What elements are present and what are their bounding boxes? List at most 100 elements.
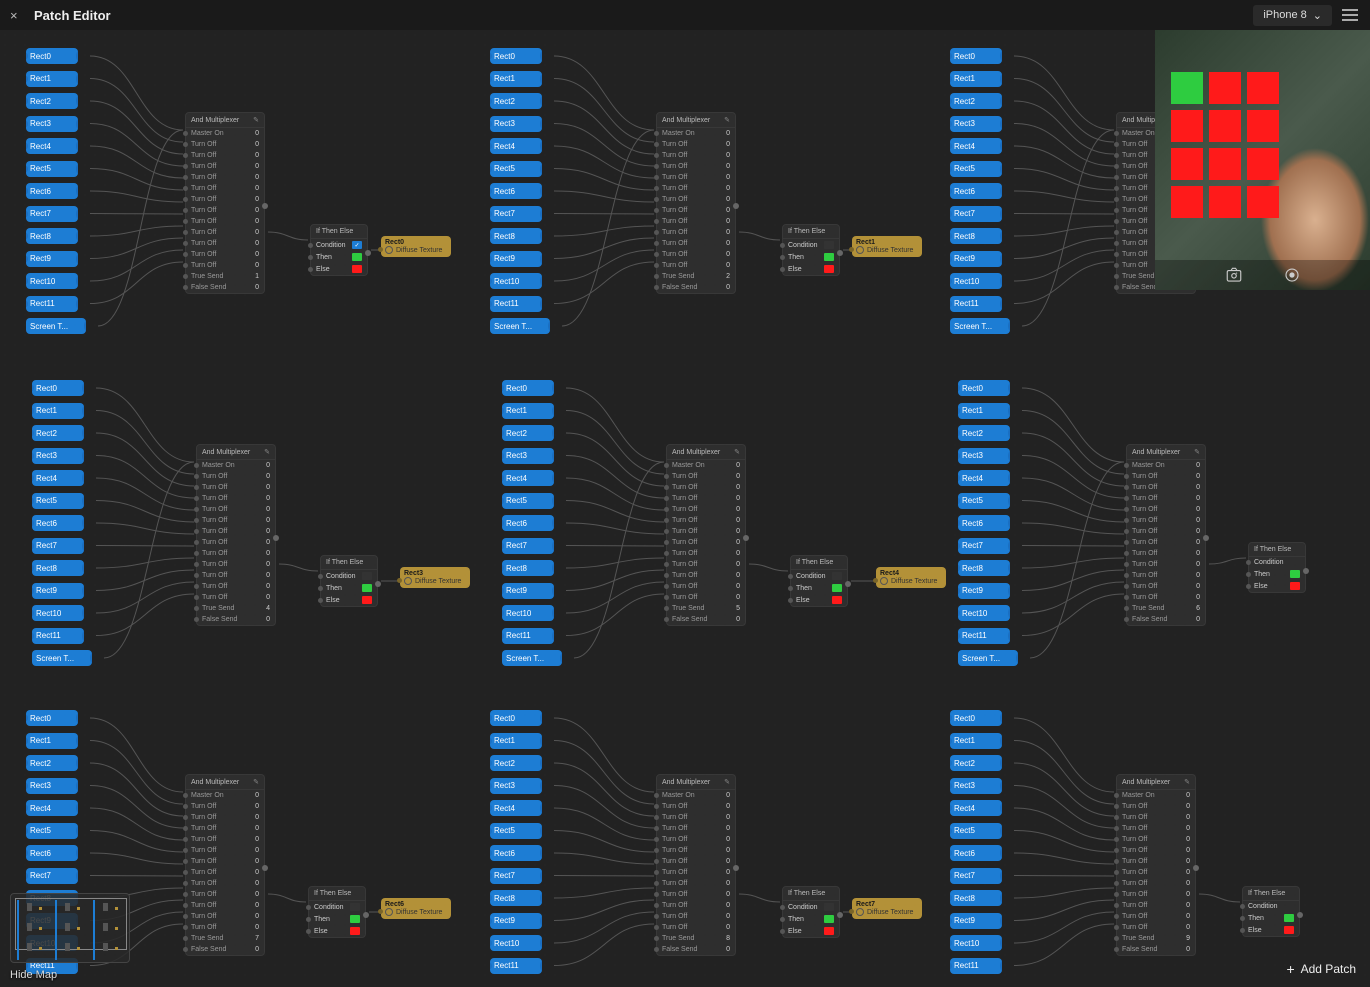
preview-grid-cell[interactable] xyxy=(1209,110,1241,142)
rect-node[interactable]: Rect3 xyxy=(950,778,1002,794)
rect-node[interactable]: Rect11 xyxy=(958,628,1010,644)
rect-node[interactable]: Rect9 xyxy=(490,251,542,267)
record-icon[interactable] xyxy=(1283,266,1301,284)
rect-node[interactable]: Rect10 xyxy=(32,605,84,621)
rect-node[interactable]: Rect9 xyxy=(502,583,554,599)
rect-node[interactable]: Rect8 xyxy=(32,560,84,576)
rect-node[interactable]: Rect3 xyxy=(958,448,1010,464)
rect-node[interactable]: Rect6 xyxy=(490,845,542,861)
if-then-else-node[interactable]: If Then Else Condition Then Else xyxy=(790,555,848,607)
rect-node[interactable]: Rect7 xyxy=(502,538,554,554)
screen-tap-node[interactable]: Screen T... xyxy=(490,318,550,334)
rect-node[interactable]: Rect4 xyxy=(502,470,554,486)
rect-node[interactable]: Rect5 xyxy=(950,161,1002,177)
and-multiplexer-node[interactable]: And Multiplexer✎Master On0Turn Off0Turn … xyxy=(185,774,265,956)
rect-node[interactable]: Rect6 xyxy=(26,183,78,199)
rect-node[interactable]: Rect10 xyxy=(958,605,1010,621)
rect-node[interactable]: Rect5 xyxy=(958,493,1010,509)
preview-grid-cell[interactable] xyxy=(1247,72,1279,104)
rect-node[interactable]: Rect2 xyxy=(950,93,1002,109)
rect-node[interactable]: Rect2 xyxy=(958,425,1010,441)
rect-node[interactable]: Rect5 xyxy=(490,823,542,839)
preview-grid-cell[interactable] xyxy=(1247,148,1279,180)
rect-node[interactable]: Rect9 xyxy=(950,251,1002,267)
rect-node[interactable]: Rect9 xyxy=(958,583,1010,599)
rect-node[interactable]: Rect9 xyxy=(32,583,84,599)
preview-grid-cell[interactable] xyxy=(1171,110,1203,142)
and-multiplexer-node[interactable]: And Multiplexer✎Master On0Turn Off0Turn … xyxy=(666,444,746,626)
preview-grid-cell[interactable] xyxy=(1209,186,1241,218)
rect-node[interactable]: Rect2 xyxy=(26,755,78,771)
rect-node[interactable]: Rect10 xyxy=(502,605,554,621)
rect-node[interactable]: Rect7 xyxy=(490,206,542,222)
rect-node[interactable]: Rect0 xyxy=(26,710,78,726)
and-multiplexer-node[interactable]: And Multiplexer✎Master On0Turn Off0Turn … xyxy=(656,112,736,294)
rect-node[interactable]: Rect3 xyxy=(26,778,78,794)
if-then-else-node[interactable]: If Then Else Condition Then Else xyxy=(782,224,840,276)
rect-node[interactable]: Rect10 xyxy=(950,935,1002,951)
rect-node[interactable]: Rect7 xyxy=(26,206,78,222)
rect-node[interactable]: Rect0 xyxy=(26,48,78,64)
rect-node[interactable]: Rect7 xyxy=(950,206,1002,222)
and-multiplexer-node[interactable]: And Multiplexer✎Master On0Turn Off0Turn … xyxy=(185,112,265,294)
rect-node[interactable]: Rect5 xyxy=(502,493,554,509)
output-node[interactable]: Rect6Diffuse Texture xyxy=(381,898,451,919)
rect-node[interactable]: Rect8 xyxy=(950,228,1002,244)
if-then-else-node[interactable]: If Then Else Condition Then Else xyxy=(782,886,840,938)
hide-map-button[interactable]: Hide Map xyxy=(10,969,130,981)
rect-node[interactable]: Rect1 xyxy=(950,733,1002,749)
rect-node[interactable]: Rect10 xyxy=(490,273,542,289)
rect-node[interactable]: Rect10 xyxy=(490,935,542,951)
rect-node[interactable]: Rect5 xyxy=(26,823,78,839)
rect-node[interactable]: Rect3 xyxy=(502,448,554,464)
rect-node[interactable]: Rect2 xyxy=(502,425,554,441)
rect-node[interactable]: Rect2 xyxy=(32,425,84,441)
rect-node[interactable]: Rect2 xyxy=(490,755,542,771)
rect-node[interactable]: Rect5 xyxy=(32,493,84,509)
rect-node[interactable]: Rect6 xyxy=(32,515,84,531)
rect-node[interactable]: Rect0 xyxy=(950,710,1002,726)
rect-node[interactable]: Rect8 xyxy=(490,890,542,906)
rect-node[interactable]: Rect10 xyxy=(950,273,1002,289)
rect-node[interactable]: Rect1 xyxy=(26,71,78,87)
rect-node[interactable]: Rect11 xyxy=(950,296,1002,312)
add-patch-button[interactable]: + Add Patch xyxy=(1286,961,1356,977)
preview-grid-cell[interactable] xyxy=(1209,72,1241,104)
rect-node[interactable]: Rect3 xyxy=(26,116,78,132)
rect-node[interactable]: Rect1 xyxy=(950,71,1002,87)
rect-node[interactable]: Rect3 xyxy=(490,778,542,794)
screen-tap-node[interactable]: Screen T... xyxy=(502,650,562,666)
rect-node[interactable]: Rect8 xyxy=(950,890,1002,906)
output-node[interactable]: Rect3Diffuse Texture xyxy=(400,567,470,588)
output-node[interactable]: Rect4Diffuse Texture xyxy=(876,567,946,588)
rect-node[interactable]: Rect6 xyxy=(950,183,1002,199)
and-multiplexer-node[interactable]: And Multiplexer✎Master On0Turn Off0Turn … xyxy=(196,444,276,626)
and-multiplexer-node[interactable]: And Multiplexer✎Master On0Turn Off0Turn … xyxy=(656,774,736,956)
rect-node[interactable]: Rect4 xyxy=(26,800,78,816)
rect-node[interactable]: Rect1 xyxy=(502,403,554,419)
rect-node[interactable]: Rect0 xyxy=(490,48,542,64)
hamburger-menu-icon[interactable] xyxy=(1342,5,1362,25)
rect-node[interactable]: Rect0 xyxy=(490,710,542,726)
screen-tap-node[interactable]: Screen T... xyxy=(32,650,92,666)
switch-camera-icon[interactable] xyxy=(1225,266,1243,284)
preview-grid-cell[interactable] xyxy=(1171,148,1203,180)
rect-node[interactable]: Rect0 xyxy=(502,380,554,396)
rect-node[interactable]: Rect4 xyxy=(32,470,84,486)
rect-node[interactable]: Rect4 xyxy=(490,800,542,816)
rect-node[interactable]: Rect11 xyxy=(490,958,542,974)
rect-node[interactable]: Rect3 xyxy=(490,116,542,132)
rect-node[interactable]: Rect11 xyxy=(950,958,1002,974)
output-node[interactable]: Rect0Diffuse Texture xyxy=(381,236,451,257)
and-multiplexer-node[interactable]: And Multiplexer✎Master On0Turn Off0Turn … xyxy=(1116,774,1196,956)
rect-node[interactable]: Rect2 xyxy=(490,93,542,109)
rect-node[interactable]: Rect7 xyxy=(490,868,542,884)
rect-node[interactable]: Rect1 xyxy=(490,733,542,749)
device-selector[interactable]: iPhone 8 ⌄ xyxy=(1253,5,1332,26)
rect-node[interactable]: Rect8 xyxy=(490,228,542,244)
screen-tap-node[interactable]: Screen T... xyxy=(26,318,86,334)
rect-node[interactable]: Rect10 xyxy=(26,273,78,289)
if-then-else-node[interactable]: If Then Else Condition✓ Then Else xyxy=(310,224,368,276)
rect-node[interactable]: Rect7 xyxy=(958,538,1010,554)
rect-node[interactable]: Rect7 xyxy=(26,868,78,884)
